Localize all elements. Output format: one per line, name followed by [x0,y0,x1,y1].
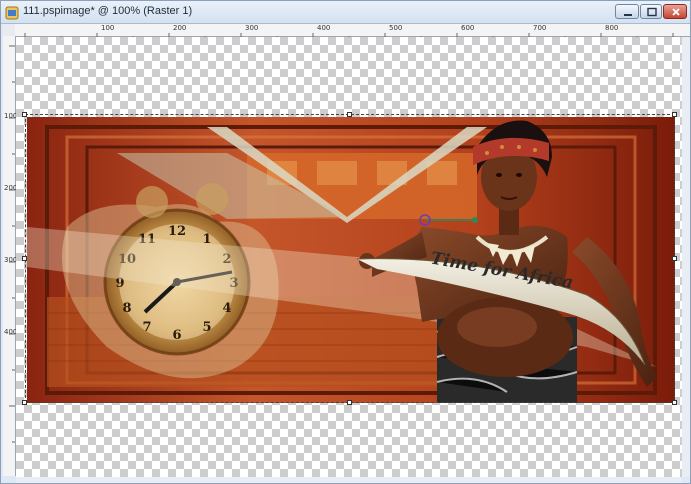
svg-text:5: 5 [202,320,211,335]
artwork-image[interactable]: 12 1 2 345 678 9 10 11 Time for Africa [27,117,675,403]
ruler-top-label: 700 [533,24,547,32]
selection-handle[interactable] [347,400,352,405]
ruler-top-label: 300 [245,24,259,32]
maximize-button[interactable] [640,4,662,19]
close-button[interactable] [663,4,687,19]
selection-handle[interactable] [22,256,27,261]
minimize-icon [624,14,632,16]
svg-text:7: 7 [142,320,151,335]
title-bar[interactable]: 111.pspimage* @ 100% (Raster 1) [1,1,690,24]
artwork-graphic: 1212 345 678 91011 Time for Africa [27,117,675,403]
psp-document-icon [5,5,19,20]
minimize-button[interactable] [615,4,639,19]
horizontal-scrollbar[interactable] [16,477,682,483]
svg-text:8: 8 [122,301,131,316]
maximize-icon [647,7,657,17]
ruler-top-label: 400 [317,24,331,32]
selection-handle[interactable] [672,256,677,261]
vertical-ruler[interactable]: 100 200 300 400 [3,36,17,476]
window-title: 111.pspimage* @ 100% (Raster 1) [23,5,193,17]
selection-handle[interactable] [672,400,677,405]
svg-text:12: 12 [168,224,186,239]
svg-text:6: 6 [172,328,181,343]
ruler-top-label: 500 [389,24,403,32]
vertical-scrollbar[interactable] [682,37,690,477]
ruler-corner [3,24,15,36]
ruler-top-label: 600 [461,24,475,32]
selection-handle[interactable] [347,112,352,117]
close-icon [672,8,680,16]
ruler-top-label: 800 [605,24,619,32]
ruler-top-label: 200 [173,24,187,32]
selection-handle[interactable] [672,112,677,117]
selection-handle[interactable] [22,112,27,117]
ruler-top-label: 100 [101,24,115,32]
svg-text:4: 4 [222,301,231,316]
document-window: 111.pspimage* @ 100% (Raster 1) 100 200 … [0,0,691,484]
horizontal-ruler[interactable]: 100 200 300 400 500 600 700 800 [15,24,690,39]
selection-handle[interactable] [22,400,27,405]
